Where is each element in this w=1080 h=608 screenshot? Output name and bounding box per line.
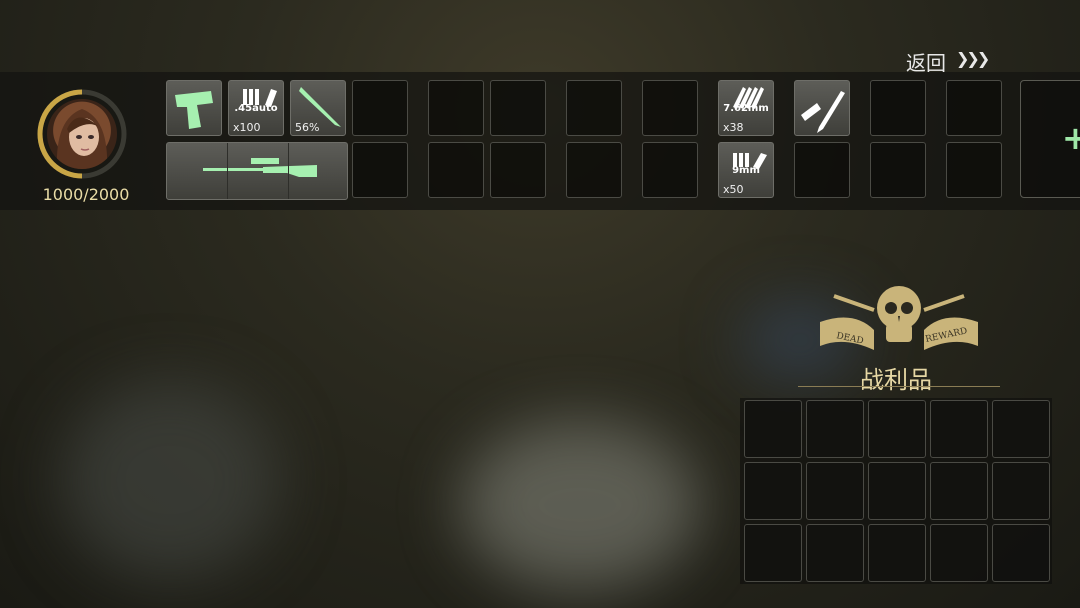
inventory-slot-ammo-45[interactable]: .45auto x100 <box>228 80 284 136</box>
loot-slot[interactable] <box>868 400 926 458</box>
loot-slot[interactable] <box>992 462 1050 520</box>
dead-reward-emblem: DEAD REWARD <box>820 286 978 350</box>
loot-slot[interactable] <box>744 524 802 582</box>
loot-slot[interactable] <box>744 400 802 458</box>
inventory-slot-knife[interactable]: 56% <box>290 80 346 136</box>
inventory-slot-empty[interactable] <box>566 142 622 198</box>
back-button[interactable]: 返回 <box>906 47 946 76</box>
chevron-right-icon[interactable]: ❯❯❯ <box>956 49 990 68</box>
loot-slot[interactable] <box>806 400 864 458</box>
inventory-slot-empty[interactable] <box>490 142 546 198</box>
loot-grid <box>740 398 1052 584</box>
pistol-icon <box>175 91 213 129</box>
loot-slot[interactable] <box>806 462 864 520</box>
pen-icon <box>801 91 845 133</box>
loot-slot[interactable] <box>930 400 988 458</box>
ammo-count: x50 <box>723 183 744 196</box>
inventory-slot-empty[interactable] <box>870 80 926 136</box>
sniper-rifle-icon <box>203 158 317 177</box>
inventory-slot-empty[interactable] <box>352 142 408 198</box>
avatar-portrait <box>47 99 117 169</box>
inventory-slot-sniper-rifle[interactable] <box>166 142 348 200</box>
plus-icon[interactable]: + <box>1062 119 1080 157</box>
ammo-caliber: 7.62mm <box>723 103 769 114</box>
inventory-slot-ammo-9mm[interactable]: 9mm x50 <box>718 142 774 198</box>
loot-slot[interactable] <box>806 524 864 582</box>
inventory-slot-empty[interactable] <box>490 80 546 136</box>
ammo-count: x100 <box>233 121 261 134</box>
inventory-slot-empty[interactable] <box>642 142 698 198</box>
loot-slot[interactable] <box>930 462 988 520</box>
inventory-slot-empty[interactable] <box>428 142 484 198</box>
inventory-slot-empty[interactable] <box>642 80 698 136</box>
inventory-slot-empty[interactable] <box>946 80 1002 136</box>
knife-durability: 56% <box>295 121 320 134</box>
inventory-slot-pistol[interactable] <box>166 80 222 136</box>
slot-divider <box>288 143 289 199</box>
ammo-caliber: .45auto <box>234 103 278 114</box>
inventory-slot-pen[interactable] <box>794 80 850 136</box>
ammo-caliber: 9mm <box>732 165 760 176</box>
player-avatar[interactable] <box>32 88 136 184</box>
inventory-slot-empty[interactable] <box>352 80 408 136</box>
inventory-slot-empty[interactable] <box>566 80 622 136</box>
loot-slot[interactable] <box>930 524 988 582</box>
loot-slot[interactable] <box>992 524 1050 582</box>
loot-slot[interactable] <box>868 524 926 582</box>
loot-slot[interactable] <box>992 400 1050 458</box>
hp-value: 1000/2000 <box>42 185 130 204</box>
title-divider <box>798 386 1000 387</box>
inventory-slot-empty[interactable] <box>794 142 850 198</box>
background-blur <box>60 380 280 580</box>
loot-slot[interactable] <box>868 462 926 520</box>
inventory-slot-empty[interactable] <box>946 142 1002 198</box>
slot-divider <box>227 143 228 199</box>
inventory-slot-empty[interactable] <box>428 80 484 136</box>
ammo-count: x38 <box>723 121 744 134</box>
inventory-slot-empty[interactable] <box>870 142 926 198</box>
loot-title: 战利品 <box>860 366 932 394</box>
loot-slot[interactable] <box>744 462 802 520</box>
inventory-slot-ammo-762[interactable]: 7.62mm x38 <box>718 80 774 136</box>
background-blur <box>460 420 700 590</box>
